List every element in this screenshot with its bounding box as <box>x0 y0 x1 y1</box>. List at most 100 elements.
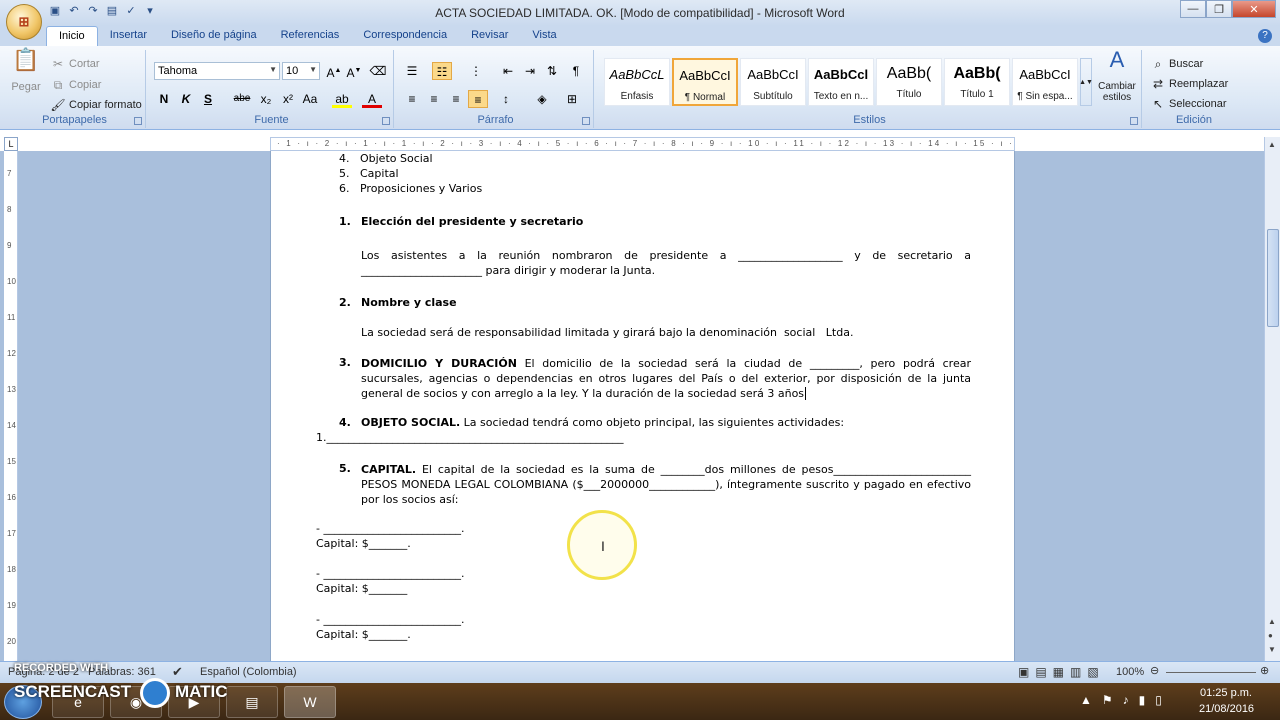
superscript-button[interactable]: x² <box>278 90 298 108</box>
vertical-scrollbar[interactable]: ▲ ▲ ● ▼ <box>1264 137 1280 661</box>
font-color-button[interactable]: A <box>362 90 382 108</box>
style-subtitulo[interactable]: AaBbCcI Subtítulo <box>740 58 806 106</box>
taskbar-explorer-icon[interactable]: ▤ <box>226 686 278 718</box>
style-normal[interactable]: AaBbCcI ¶ Normal <box>672 58 738 106</box>
paste-icon: 📋 <box>12 47 40 72</box>
style-texto-en-negrita[interactable]: AaBbCcl Texto en n... <box>808 58 874 106</box>
minimize-button[interactable]: — <box>1180 0 1206 18</box>
zoom-slider[interactable] <box>1166 672 1256 673</box>
styles-launcher-icon[interactable] <box>1130 117 1138 125</box>
find-button[interactable]: ⌕ Buscar <box>1150 56 1204 72</box>
style-sample: AaBbCcL <box>609 67 665 82</box>
underline-button[interactable]: S <box>198 90 218 108</box>
increase-indent-button[interactable]: ⇥ <box>520 62 540 80</box>
bullets-button[interactable]: ☰ <box>402 62 422 80</box>
browse-object-icon[interactable]: ● <box>1268 631 1273 640</box>
highlight-button[interactable]: ab <box>332 90 352 108</box>
view-buttons[interactable]: ▣▤▦▥▧ <box>1018 665 1105 679</box>
tab-revisar[interactable]: Revisar <box>459 26 520 46</box>
clock-time[interactable]: 01:25 p.m. <box>1200 687 1252 699</box>
shrink-font-button[interactable]: A▼ <box>344 62 364 80</box>
section-body: La sociedad tendrá como objeto principal… <box>460 416 845 429</box>
borders-button[interactable]: ⊞ <box>562 90 582 108</box>
cut-button[interactable]: ✂ Cortar <box>50 56 100 72</box>
next-page-icon[interactable]: ▼ <box>1268 645 1276 654</box>
tab-inicio[interactable]: Inicio <box>46 26 98 46</box>
line-spacing-button[interactable]: ↕ <box>496 90 516 108</box>
bold-button[interactable]: N <box>154 90 174 108</box>
previous-page-icon[interactable]: ▲ <box>1268 617 1276 626</box>
styles-scroll-icon[interactable]: ▲▼ <box>1079 58 1093 106</box>
tab-correspondencia[interactable]: Correspondencia <box>351 26 459 46</box>
style-enfasis[interactable]: AaBbCcL Énfasis <box>604 58 670 106</box>
numbering-button[interactable]: ☷ <box>432 62 452 80</box>
clock-date[interactable]: 21/08/2016 <box>1199 703 1254 715</box>
grow-font-button[interactable]: A▲ <box>324 62 344 80</box>
scroll-up-icon[interactable]: ▲ <box>1268 140 1276 149</box>
tab-selector-icon[interactable]: L <box>4 137 18 151</box>
tab-diseno-pagina[interactable]: Diseño de página <box>159 26 269 46</box>
language-status[interactable]: Español (Colombia) <box>200 666 297 678</box>
office-button[interactable]: ⊞ <box>6 4 42 40</box>
change-case-button[interactable]: Aa <box>300 90 320 108</box>
replace-button[interactable]: ⇄ Reemplazar <box>1150 76 1228 92</box>
copy-label: Copiar <box>69 79 102 91</box>
align-center-button[interactable]: ≡ <box>424 90 444 108</box>
align-left-button[interactable]: ≡ <box>402 90 422 108</box>
style-titulo[interactable]: AaBb(Título <box>876 58 942 106</box>
zoom-level[interactable]: 100% <box>1116 666 1144 678</box>
list-item: 5. Capital <box>339 167 399 180</box>
sort-button[interactable]: ⇅ <box>542 62 562 80</box>
replace-icon: ⇄ <box>1152 77 1164 91</box>
tab-insertar[interactable]: Insertar <box>98 26 159 46</box>
italic-button[interactable]: K <box>176 90 196 108</box>
paste-button[interactable]: 📋 Pegar <box>8 47 44 94</box>
justify-button[interactable]: ≡ <box>468 90 488 108</box>
vruler-tick: 10 <box>7 277 16 286</box>
paragraph-launcher-icon[interactable] <box>582 117 590 125</box>
style-titulo-1[interactable]: AaBb(Título 1 <box>944 58 1010 106</box>
clear-format-button[interactable]: ⌫ <box>368 62 388 80</box>
vertical-ruler[interactable]: 7 8 9 10 11 12 13 14 15 16 17 18 19 20 <box>4 151 18 661</box>
align-right-button[interactable]: ≡ <box>446 90 466 108</box>
change-styles-button[interactable]: A Cambiar estilos <box>1094 49 1140 104</box>
maximize-button[interactable]: ❐ <box>1206 0 1232 18</box>
section-title: Elección del presidente y secretario <box>361 215 584 228</box>
font-name-value: Tahoma <box>158 65 198 77</box>
style-sin-espaciado[interactable]: AaBbCcI ¶ Sin espa... <box>1012 58 1078 106</box>
show-marks-button[interactable]: ¶ <box>566 62 586 80</box>
zoom-out-icon[interactable]: ⊖ <box>1150 664 1159 677</box>
tab-vista[interactable]: Vista <box>520 26 568 46</box>
vruler-tick: 16 <box>7 493 16 502</box>
multilevel-list-button[interactable]: ⋮ <box>466 62 486 80</box>
ibeam-cursor-icon: I <box>601 538 605 554</box>
horizontal-ruler[interactable]: · 1 · ı · 2 · ı · 1 · ı · 1 · ı · 2 · ı … <box>270 137 1015 151</box>
zoom-in-icon[interactable]: ⊕ <box>1260 664 1269 677</box>
office-logo-icon: ⊞ <box>18 14 30 29</box>
chevron-down-icon: ▼ <box>269 65 277 74</box>
status-bar: Página: 2 de 2 Palabras: 361 ✔ Español (… <box>0 661 1280 683</box>
taskbar-word-icon[interactable]: W <box>284 686 336 718</box>
decrease-indent-button[interactable]: ⇤ <box>498 62 518 80</box>
select-button[interactable]: ↖ Seleccionar <box>1150 96 1227 112</box>
document-page[interactable]: 4. Objeto Social 5. Capital 6. Proposici… <box>270 151 1015 661</box>
section-title: DOMICILIO Y DURACIÓN <box>361 357 517 370</box>
tray-icons[interactable]: ▲⚑♪▮▯ <box>1080 693 1172 707</box>
proofing-icon[interactable]: ✔ <box>172 664 183 680</box>
shading-button[interactable]: ◈ <box>532 90 552 108</box>
clipboard-launcher-icon[interactable] <box>134 117 142 125</box>
copy-button[interactable]: ⧉ Copiar <box>50 77 102 93</box>
section-number: 1. <box>339 215 351 228</box>
font-launcher-icon[interactable] <box>382 117 390 125</box>
subscript-button[interactable]: x₂ <box>256 90 276 108</box>
font-name-combo[interactable]: Tahoma ▼ <box>154 62 280 80</box>
scroll-thumb[interactable] <box>1267 229 1279 327</box>
document-workspace: 7 8 9 10 11 12 13 14 15 16 17 18 19 20 4… <box>0 151 1264 661</box>
tab-referencias[interactable]: Referencias <box>269 26 352 46</box>
format-painter-button[interactable]: 🖌 Copiar formato <box>50 97 141 113</box>
strikethrough-button[interactable]: abe <box>230 90 254 108</box>
close-button[interactable]: ✕ <box>1232 0 1276 18</box>
help-icon[interactable]: ? <box>1258 29 1272 43</box>
font-size-combo[interactable]: 10 ▼ <box>282 62 320 80</box>
partner-capital: Capital: $_______. <box>316 537 411 550</box>
